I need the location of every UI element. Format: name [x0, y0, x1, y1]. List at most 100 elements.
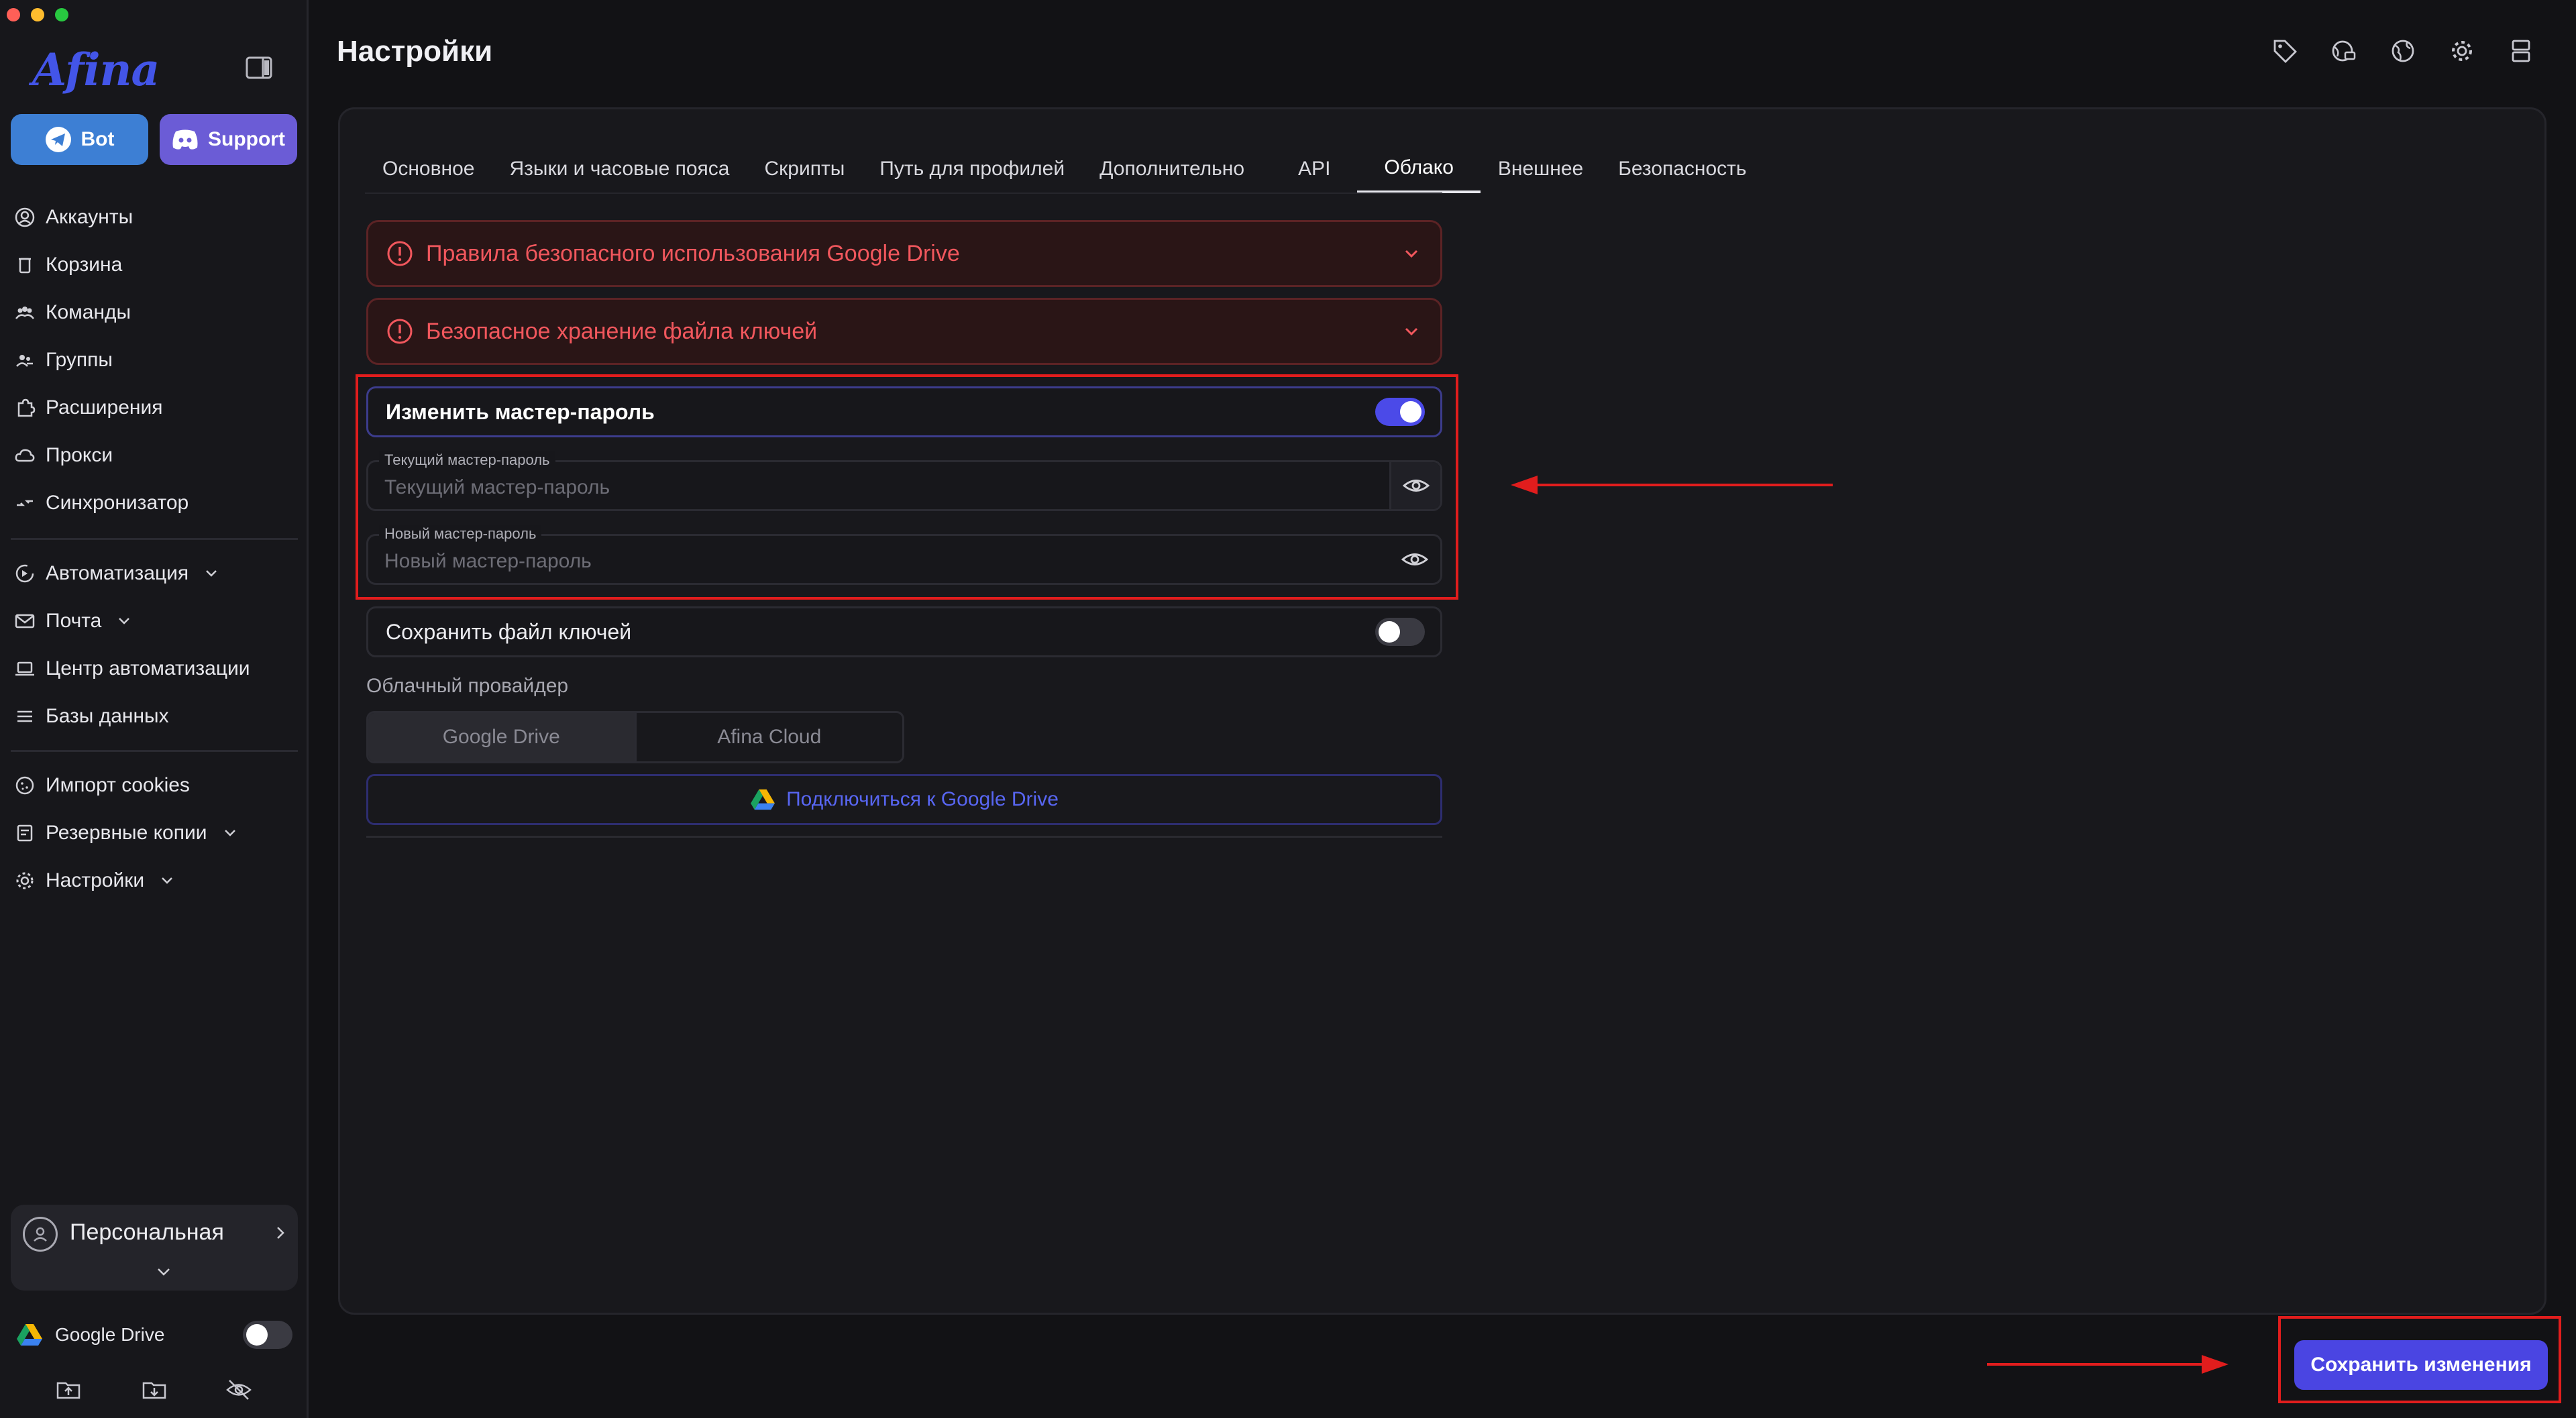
page-title: Настройки [337, 35, 493, 68]
sidebar-item-databases[interactable]: Базы данных [13, 697, 169, 736]
chevron-right-icon[interactable] [271, 1223, 290, 1242]
sidebar-item-settings[interactable]: Настройки [13, 861, 176, 900]
sidebar-item-label: Расширения [46, 396, 163, 419]
mail-icon [13, 610, 36, 633]
chevron-down-icon[interactable] [154, 1262, 173, 1281]
annotation-highlight-password [356, 374, 1458, 600]
connect-google-drive-button[interactable]: Подключиться к Google Drive [366, 774, 1442, 825]
chevron-down-icon [111, 612, 133, 631]
sync-icon [13, 492, 36, 514]
gear-icon[interactable] [2449, 38, 2475, 64]
sidebar-item-mail[interactable]: Почта [13, 602, 133, 641]
automation-icon [13, 562, 36, 585]
tab-advanced[interactable]: Дополнительно [1082, 145, 1271, 193]
download-folder-icon[interactable] [141, 1376, 168, 1403]
google-drive-sync-toggle[interactable] [243, 1321, 292, 1349]
sidebar-item-label: Автоматизация [46, 562, 189, 584]
annotation-highlight-save [2278, 1316, 2561, 1403]
workspace-label: Персональная [70, 1219, 224, 1245]
avatar-icon [23, 1217, 58, 1252]
tab-profile-path[interactable]: Путь для профилей [862, 145, 1082, 193]
connect-google-drive-label: Подключиться к Google Drive [786, 788, 1059, 810]
sidebar-item-synchronizer[interactable]: Синхронизатор [13, 484, 189, 523]
layout-rows-icon[interactable] [2508, 38, 2534, 64]
sidebar-item-label: Почта [46, 610, 102, 632]
puzzle-icon [13, 396, 36, 419]
support-button-label: Support [208, 128, 285, 150]
sidebar-item-accounts[interactable]: Аккаунты [13, 198, 133, 237]
tabs-divider [365, 193, 1442, 194]
sidebar-item-trash[interactable]: Корзина [13, 246, 122, 284]
window-close-button[interactable] [7, 8, 20, 21]
discord-icon [172, 129, 199, 150]
annotation-arrow-line [1528, 484, 1833, 486]
cloud-icon [13, 444, 36, 467]
annotation-arrow-head [1511, 476, 1538, 494]
group-icon [13, 349, 36, 372]
sidebar-item-label: Группы [46, 349, 113, 371]
annotation-arrow-head [2202, 1355, 2229, 1374]
sidebar-item-extensions[interactable]: Расширения [13, 388, 162, 427]
chevron-down-icon [154, 871, 176, 890]
sidebar-divider [11, 750, 298, 752]
save-keyfile-label: Сохранить файл ключей [386, 619, 632, 644]
cloud-provider-label: Облачный провайдер [366, 675, 569, 697]
sidebar-item-import-cookies[interactable]: Импорт cookies [13, 766, 190, 805]
support-button[interactable]: Support [160, 114, 297, 165]
tab-security[interactable]: Безопасность [1601, 145, 1764, 193]
toggle-knob [1379, 621, 1400, 643]
sidebar-item-label: Корзина [46, 254, 123, 276]
sidebar-item-label: Настройки [46, 869, 145, 891]
google-drive-label: Google Drive [55, 1324, 165, 1345]
eye-off-icon[interactable] [225, 1376, 252, 1403]
cloud-provider-selector: Google Drive Afina Cloud [366, 711, 904, 763]
tab-general[interactable]: Основное [365, 145, 492, 193]
chevron-down-icon [217, 824, 239, 842]
workspace-selector[interactable]: Персональная [11, 1205, 298, 1291]
upload-folder-icon[interactable] [55, 1376, 82, 1403]
sidebar-item-automation-center[interactable]: Центр автоматизации [13, 649, 250, 688]
tab-cloud[interactable]: Облако [1357, 145, 1481, 193]
sidebar-divider [11, 538, 298, 540]
tab-external[interactable]: Внешнее [1481, 145, 1601, 193]
tag-icon[interactable] [2271, 38, 2298, 64]
google-drive-rules-alert[interactable]: Правила безопасного использования Google… [366, 220, 1442, 287]
globe-icon[interactable] [2390, 38, 2416, 64]
laptop-icon [13, 657, 36, 680]
window-minimize-button[interactable] [31, 8, 44, 21]
sidebar-item-teams[interactable]: Команды [13, 293, 131, 332]
cookie-icon [13, 774, 36, 797]
sidebar-item-backups[interactable]: Резервные копии [13, 814, 239, 853]
bot-button-label: Bot [80, 128, 115, 150]
sidebar-item-label: Аккаунты [46, 206, 133, 228]
sidebar-item-label: Команды [46, 301, 131, 323]
keyfile-storage-alert[interactable]: Безопасное хранение файла ключей [366, 298, 1442, 365]
user-circle-icon [13, 206, 36, 229]
alert-circle-icon [386, 317, 414, 345]
team-icon [13, 301, 36, 324]
sidebar-item-label: Базы данных [46, 705, 169, 727]
sidebar: Afina Bot Support Аккаунты Корзина Коман… [0, 0, 309, 1418]
tab-languages-timezones[interactable]: Языки и часовые пояса [492, 145, 747, 193]
gear-icon [13, 869, 36, 892]
google-drive-icon [750, 788, 775, 811]
bot-button[interactable]: Bot [11, 114, 148, 165]
sidebar-toggle-icon[interactable] [246, 56, 272, 79]
window-zoom-button[interactable] [55, 8, 68, 21]
save-keyfile-toggle[interactable] [1375, 618, 1425, 646]
alert-text: Правила безопасного использования Google… [426, 240, 960, 266]
content-divider [366, 836, 1442, 838]
sidebar-item-label: Резервные копии [46, 822, 207, 844]
provider-option-google-drive[interactable]: Google Drive [368, 713, 635, 761]
tab-api[interactable]: API [1271, 145, 1357, 193]
tab-scripts[interactable]: Скрипты [747, 145, 862, 193]
telegram-icon [45, 126, 72, 153]
sidebar-item-label: Центр автоматизации [46, 657, 250, 679]
chevron-down-icon [1400, 242, 1423, 265]
provider-option-afina-cloud[interactable]: Afina Cloud [634, 713, 903, 761]
browser-globe-icon[interactable] [2330, 38, 2357, 64]
sidebar-item-proxy[interactable]: Прокси [13, 436, 113, 475]
sidebar-item-groups[interactable]: Группы [13, 341, 113, 380]
trash-icon [13, 254, 36, 276]
sidebar-item-automation[interactable]: Автоматизация [13, 554, 221, 593]
